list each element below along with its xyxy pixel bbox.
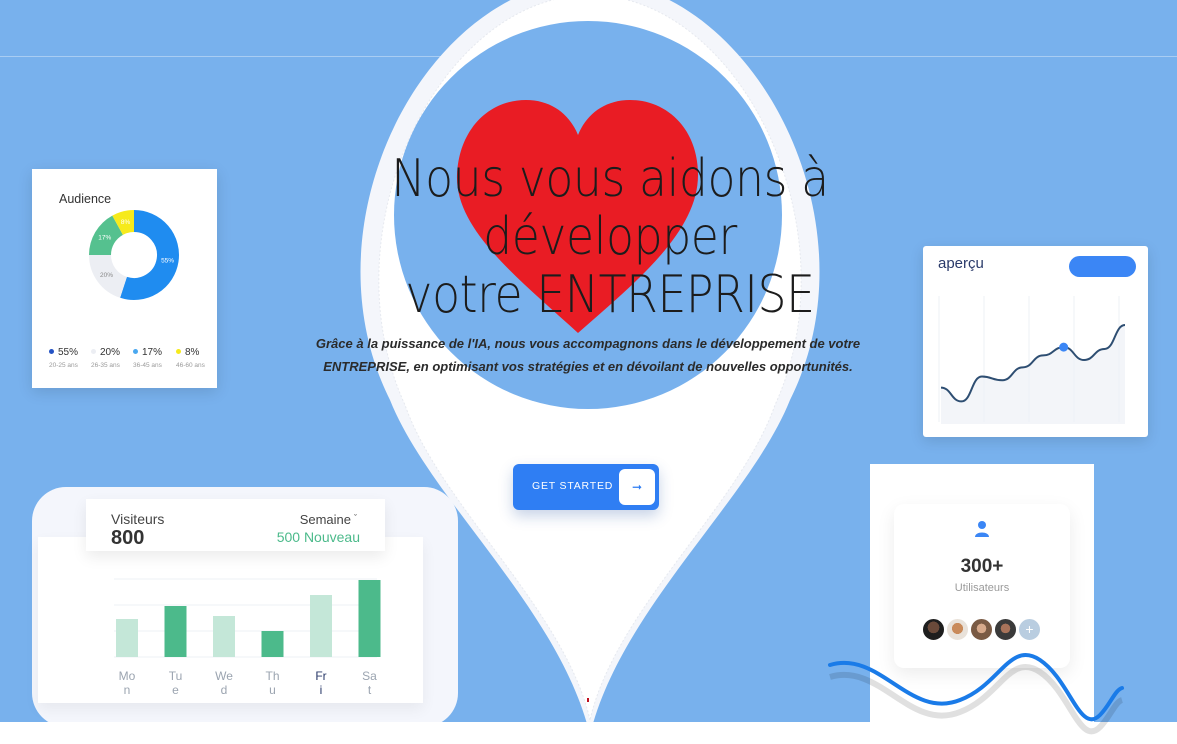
wave-decoration	[828, 652, 1124, 735]
